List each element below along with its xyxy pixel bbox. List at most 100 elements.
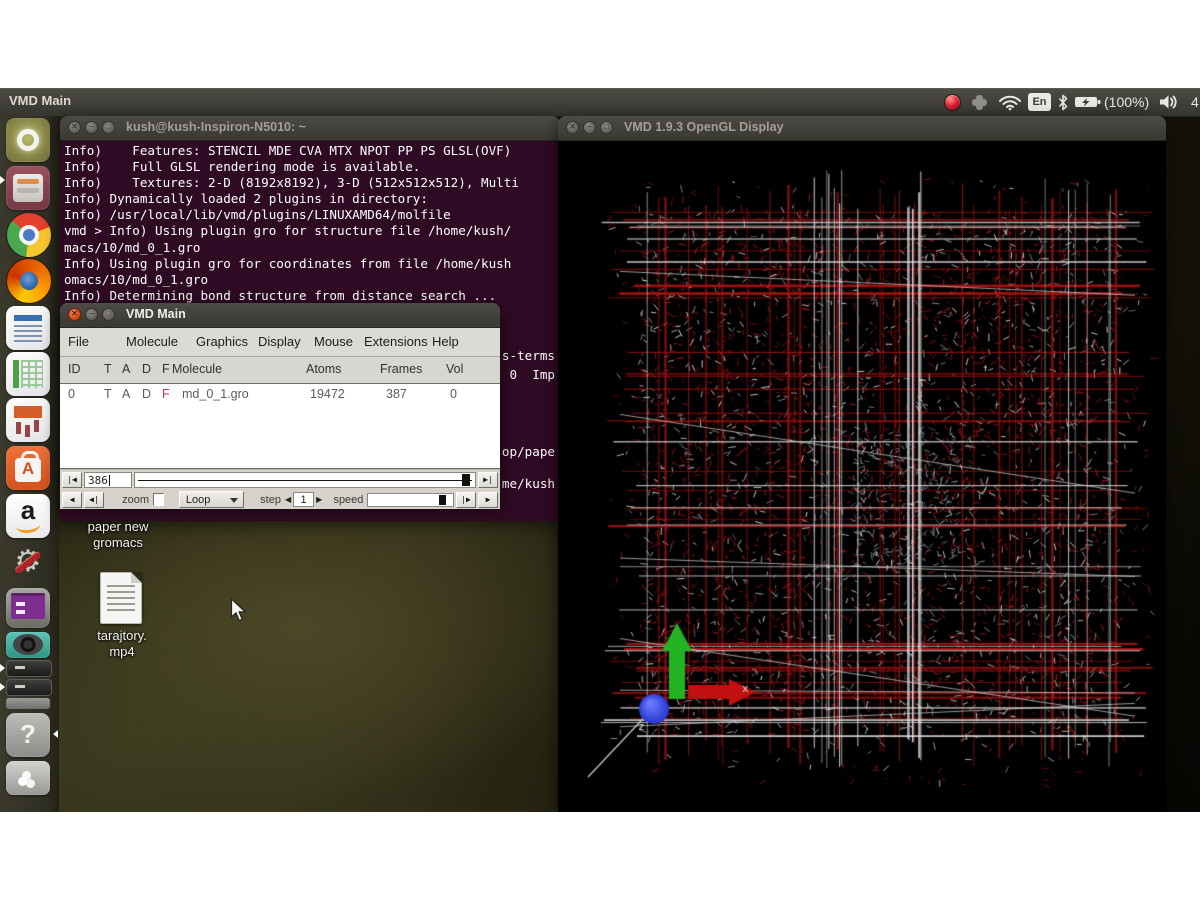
- playback-controls-row: ◀ ◀| zoom Loop step ◀ 1 ▶ speed |▶ ▶: [60, 490, 500, 509]
- trash-icon[interactable]: [6, 761, 50, 795]
- menu-help[interactable]: Help: [432, 334, 459, 349]
- vmd-main-titlebar[interactable]: ✕ – □ VMD Main: [60, 303, 500, 328]
- libreoffice-writer-icon[interactable]: [6, 306, 50, 350]
- firefox-icon[interactable]: [6, 258, 52, 304]
- libreoffice-calc-icon[interactable]: [6, 352, 50, 396]
- vmd-main-title: VMD Main: [126, 307, 186, 321]
- panel-app-title: VMD Main: [9, 93, 71, 108]
- ubuntu-dash-icon[interactable]: [6, 118, 50, 162]
- screen: VMD Main En: [0, 0, 1200, 900]
- chrome-icon[interactable]: [6, 212, 52, 258]
- terminal-line: Info) /usr/local/lib/vmd/plugins/LINUXAM…: [60, 207, 560, 223]
- terminal-line-fragment: me/kush: [502, 476, 555, 491]
- step-decrement[interactable]: ◀: [285, 495, 291, 504]
- step-forward-button[interactable]: |▶: [456, 492, 476, 508]
- jump-start-button[interactable]: |◀: [62, 472, 82, 488]
- amazon-glyph: a: [6, 495, 50, 526]
- maximize-icon[interactable]: □: [102, 308, 115, 321]
- software-glyph: A: [6, 459, 50, 479]
- frame-slider[interactable]: [134, 472, 476, 488]
- molecular-visualization[interactable]: [558, 141, 1166, 812]
- terminal-line: Info) Full GLSL rendering mode is availa…: [60, 159, 560, 175]
- desktop-file-label[interactable]: tarajtory. mp4: [60, 628, 184, 660]
- desktop: VMD Main En: [0, 88, 1200, 812]
- terminal-line: Info) Dynamically loaded 2 plugins in di…: [60, 191, 560, 207]
- terminal-line: Info) Determining bond structure from di…: [60, 288, 560, 304]
- terminal-titlebar[interactable]: ✕ – □ kush@kush-Inspiron-N5010: ~: [60, 116, 560, 141]
- speed-slider-handle[interactable]: [439, 495, 446, 505]
- play-forward-button[interactable]: ▶: [478, 492, 498, 508]
- speed-label: speed: [331, 494, 365, 506]
- speed-slider[interactable]: [367, 493, 454, 507]
- terminal-line: omacs/10/md_0_1.gro: [60, 272, 560, 288]
- frame-number-field[interactable]: 386: [84, 472, 132, 488]
- close-icon[interactable]: ✕: [68, 121, 81, 134]
- record-indicator-icon[interactable]: [944, 88, 961, 116]
- terminal-line-fragment: s-terms: [502, 348, 555, 363]
- keyboard-layout-indicator[interactable]: En: [1028, 88, 1051, 116]
- jump-end-button[interactable]: ▶|: [478, 472, 498, 488]
- loop-dropdown[interactable]: Loop: [179, 491, 244, 508]
- minimize-icon[interactable]: –: [85, 308, 98, 321]
- desktop-file-icon[interactable]: [100, 572, 142, 624]
- menu-extensions[interactable]: Extensions: [364, 334, 428, 349]
- menu-file[interactable]: File: [68, 334, 89, 349]
- menu-display[interactable]: Display: [258, 334, 301, 349]
- menu-mouse[interactable]: Mouse: [314, 334, 353, 349]
- terminal-line: Info) Features: STENCIL MDE CVA MTX NPOT…: [60, 141, 560, 159]
- opengl-title: VMD 1.9.3 OpenGL Display: [624, 120, 784, 134]
- maximize-icon[interactable]: □: [102, 121, 115, 134]
- libreoffice-impress-icon[interactable]: [6, 398, 50, 442]
- file-manager-icon[interactable]: [6, 166, 50, 210]
- vmd-main-window: ✕ – □ VMD Main File Molecule Graphics Di…: [60, 303, 500, 506]
- bluetooth-icon[interactable]: [1057, 88, 1069, 116]
- running-arrow: [0, 176, 5, 184]
- amazon-icon[interactable]: a: [6, 494, 50, 538]
- window-stack-icon-1[interactable]: [6, 660, 52, 677]
- opengl-viewport: [558, 141, 1166, 812]
- maximize-icon[interactable]: □: [600, 121, 613, 134]
- opengl-window: ✕ – □ VMD 1.9.3 OpenGL Display: [558, 116, 1166, 812]
- molecule-table-body: 0 T A D F md_0_1.gro 19472 387 0: [60, 383, 500, 469]
- vmd-menubar: File Molecule Graphics Display Mouse Ext…: [60, 328, 500, 357]
- close-icon[interactable]: ✕: [68, 308, 81, 321]
- terminal-line: macs/10/md_0_1.gro: [60, 240, 560, 256]
- step-field[interactable]: 1: [293, 492, 314, 507]
- media-recorder-icon[interactable]: [6, 632, 50, 658]
- menu-molecule[interactable]: Molecule: [126, 334, 178, 349]
- close-icon[interactable]: ✕: [566, 121, 579, 134]
- puzzle-applet-icon[interactable]: [972, 88, 987, 116]
- step-increment[interactable]: ▶: [316, 495, 322, 504]
- focused-arrow: [53, 730, 58, 738]
- terminal-app-icon[interactable]: [6, 588, 50, 628]
- zoom-label: zoom: [120, 494, 151, 506]
- running-arrow: [0, 664, 5, 672]
- volume-icon[interactable]: [1158, 88, 1180, 116]
- play-reverse-button[interactable]: ◀: [62, 492, 82, 508]
- step-back-button[interactable]: ◀|: [84, 492, 104, 508]
- system-settings-icon[interactable]: ⚙: [6, 540, 50, 584]
- software-center-icon[interactable]: A: [6, 446, 50, 490]
- desktop-folder-label[interactable]: paper new gromacs: [56, 519, 180, 551]
- zoom-checkbox[interactable]: [153, 493, 165, 506]
- menu-graphics[interactable]: Graphics: [196, 334, 248, 349]
- top-panel: VMD Main En: [0, 88, 1200, 117]
- terminal-line: Info) Using plugin gro for coordinates f…: [60, 256, 560, 272]
- help-glyph: ?: [6, 719, 50, 750]
- molecule-table-header: ID T A D F Molecule Atoms Frames Vol: [60, 357, 500, 383]
- minimize-icon[interactable]: –: [583, 121, 596, 134]
- battery-icon[interactable]: [1074, 88, 1102, 116]
- help-icon[interactable]: ?: [6, 713, 50, 757]
- opengl-titlebar[interactable]: ✕ – □ VMD 1.9.3 OpenGL Display: [558, 116, 1166, 141]
- terminal-line: Info) Textures: 2-D (8192x8192), 3-D (51…: [60, 175, 560, 191]
- window-slab-icon[interactable]: [6, 698, 50, 709]
- frame-slider-row: |◀ 386 ▶|: [60, 469, 500, 490]
- step-label: step: [258, 494, 283, 506]
- terminal-title: kush@kush-Inspiron-N5010: ~: [126, 120, 306, 134]
- window-stack-icon-2[interactable]: [6, 679, 52, 696]
- clock-fragment[interactable]: 4: [1191, 88, 1200, 116]
- wifi-icon[interactable]: [998, 88, 1022, 116]
- running-arrow: [0, 683, 5, 691]
- minimize-icon[interactable]: –: [85, 121, 98, 134]
- frame-slider-handle[interactable]: [462, 474, 470, 486]
